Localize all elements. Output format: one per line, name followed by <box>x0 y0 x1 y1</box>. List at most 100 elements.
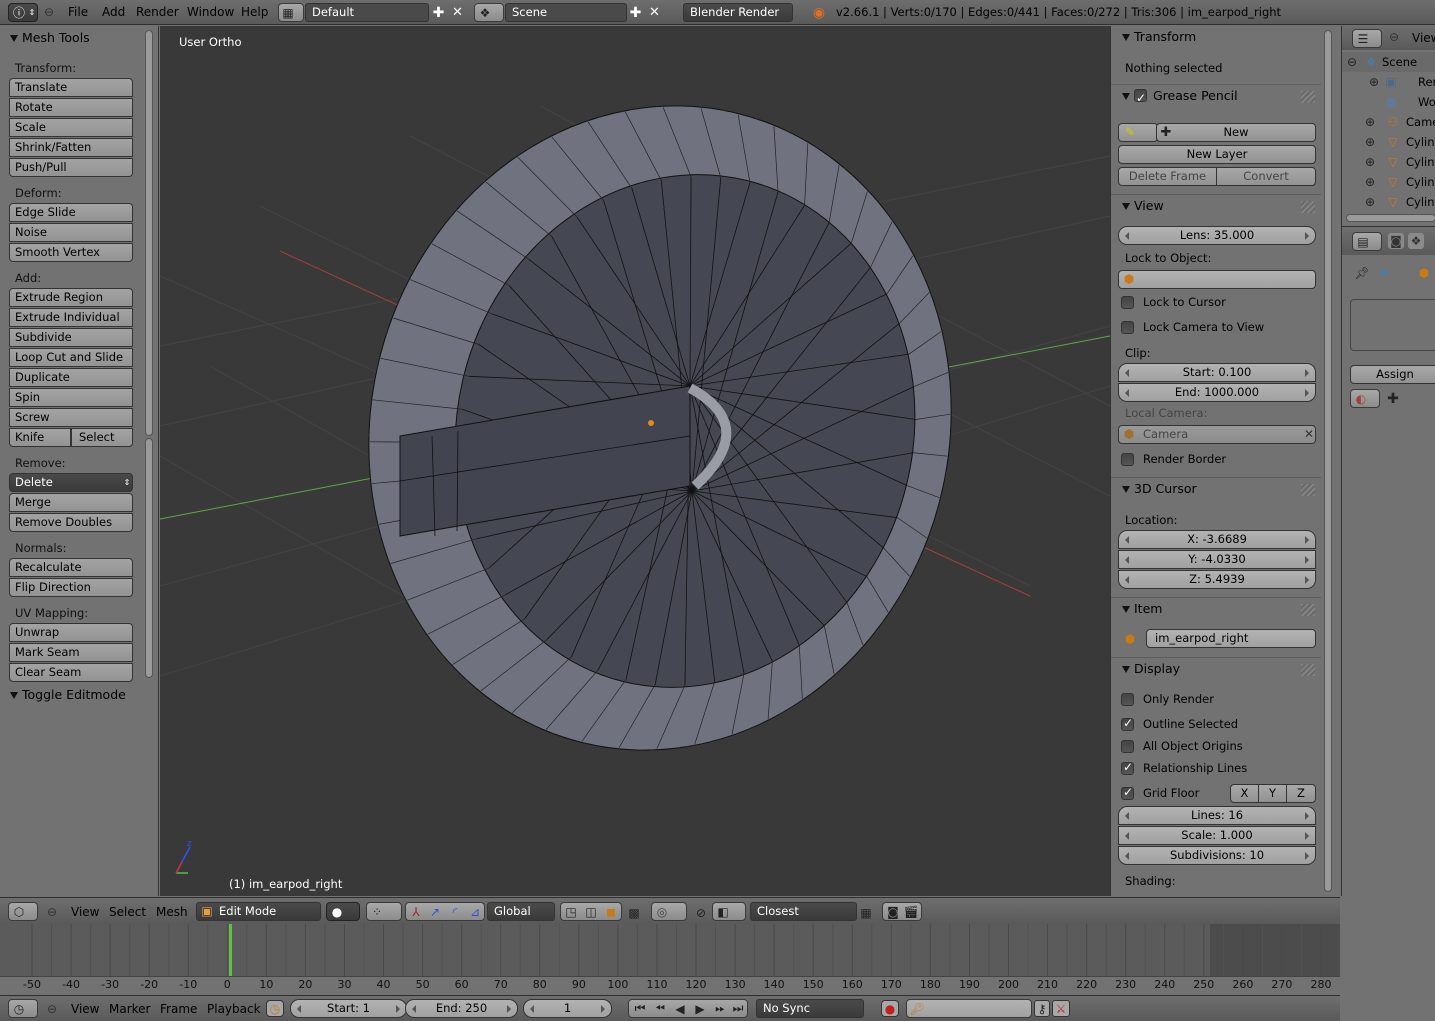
outliner-item-render[interactable]: ⊕ ▣ Render <box>1342 72 1435 92</box>
next-keyframe-icon[interactable]: ⏩︎ <box>711 1001 729 1016</box>
sync-mode-dropdown[interactable]: No Sync <box>756 999 864 1018</box>
rotate-button[interactable]: Rotate <box>9 98 133 117</box>
clip-end-field[interactable]: End: 1000.000 <box>1118 383 1316 402</box>
add-scene-icon[interactable]: ✚ <box>628 5 643 21</box>
pivot-point-dropdown[interactable]: ⁘ <box>366 902 402 921</box>
lock-object-field[interactable]: ⬢ <box>1118 270 1316 289</box>
outliner-item-cylinder[interactable]: ⊕ ▽ Cylind <box>1342 192 1435 212</box>
knife-button[interactable]: Knife <box>9 428 71 447</box>
viewport-select-menu[interactable]: Select <box>109 905 146 919</box>
playback-controls[interactable]: ⏮︎ ⏪︎ ◀ ▶ ⏩︎ ⏭︎ <box>628 999 748 1018</box>
add-material-icon[interactable]: ✚ <box>1386 391 1400 407</box>
opengl-render-buttons[interactable]: ◙ 🎬︎ <box>882 902 922 921</box>
expand-plus-icon[interactable]: ⊕ <box>1364 115 1376 129</box>
outliner-item-scene[interactable]: ⊖ ❖ Scene <box>1342 52 1435 72</box>
outliner-item-cylinder[interactable]: ⊕ ▽ Cylind <box>1342 172 1435 192</box>
decrement-arrow-icon[interactable] <box>1125 232 1129 240</box>
expand-minus-icon[interactable]: ⊖ <box>1346 55 1358 69</box>
snap-target-dropdown[interactable]: Closest <box>750 902 857 921</box>
unwrap-button[interactable]: Unwrap <box>9 623 133 642</box>
collapse-icon[interactable]: ⊖ <box>46 1002 58 1016</box>
mesh-tools-panel-header[interactable]: Mesh Tools <box>0 28 140 48</box>
properties-editor-type[interactable]: ▤ <box>1352 232 1382 251</box>
decrement-arrow-icon[interactable] <box>412 1005 416 1013</box>
increment-arrow-icon[interactable] <box>396 1005 400 1013</box>
transform-panel-header[interactable]: Transform <box>1111 26 1321 50</box>
collapse-icon[interactable]: ⊖ <box>43 5 55 19</box>
outliner-item-camera[interactable]: ⊕ ⚇ Camer <box>1342 112 1435 132</box>
menu-add[interactable]: Add <box>102 5 125 19</box>
duplicate-button[interactable]: Duplicate <box>9 368 133 387</box>
lens-field[interactable]: Lens: 35.000 <box>1118 226 1316 245</box>
push-pull-button[interactable]: Push/Pull <box>9 158 133 177</box>
expand-plus-icon[interactable]: ⊕ <box>1364 175 1376 189</box>
expand-plus-icon[interactable]: ⊕ <box>1364 155 1376 169</box>
grease-pencil-checkbox[interactable] <box>1134 87 1147 109</box>
proportional-edit-dropdown[interactable]: ◎ <box>651 902 687 921</box>
drag-grip-icon[interactable] <box>1301 201 1315 213</box>
snap-toggle-icon[interactable]: ⊘ <box>693 905 709 920</box>
clip-start-field[interactable]: Start: 0.100 <box>1118 363 1316 382</box>
display-panel-header[interactable]: Display <box>1111 657 1321 681</box>
screw-button[interactable]: Screw <box>9 408 133 427</box>
grease-pencil-panel-header[interactable]: Grease Pencil <box>1111 84 1321 109</box>
cursor-x-field[interactable]: X: -3.6689 <box>1118 530 1316 549</box>
current-frame-field[interactable]: 1 <box>523 999 612 1018</box>
increment-arrow-icon[interactable] <box>1305 536 1309 544</box>
decrement-arrow-icon[interactable] <box>1125 389 1129 397</box>
smooth-vertex-button[interactable]: Smooth Vertex <box>9 243 133 262</box>
increment-arrow-icon[interactable] <box>507 1005 511 1013</box>
close-icon[interactable]: ✕ <box>450 5 465 20</box>
grid-scale-field[interactable]: Scale: 1.000 <box>1118 826 1316 845</box>
mode-dropdown[interactable]: ▣ Edit Mode <box>196 902 321 921</box>
increment-arrow-icon[interactable] <box>1305 369 1309 377</box>
snap-element-dropdown[interactable]: ◧ <box>712 902 746 921</box>
decrement-arrow-icon[interactable] <box>1125 576 1129 584</box>
cursor-z-field[interactable]: Z: 5.4939 <box>1118 570 1316 589</box>
limit-selection-icon[interactable]: ▩ <box>626 905 642 920</box>
jump-start-icon[interactable]: ⏮︎ <box>631 1001 649 1016</box>
extrude-individual-button[interactable]: Extrude Individual <box>9 308 133 327</box>
noise-button[interactable]: Noise <box>9 223 133 242</box>
timeline-editor-type[interactable]: ◷ <box>8 999 38 1018</box>
tool-shelf-scrollbar[interactable] <box>145 30 153 436</box>
recalculate-button[interactable]: Recalculate <box>9 558 133 577</box>
current-frame-indicator[interactable] <box>229 924 232 978</box>
gp-convert-button[interactable]: Convert <box>1216 167 1316 186</box>
lock-to-cursor-checkbox[interactable] <box>1121 296 1134 309</box>
menu-file[interactable]: File <box>68 5 88 19</box>
drag-grip-icon[interactable] <box>1301 664 1315 676</box>
viewport-shading-dropdown[interactable]: ● <box>326 902 360 921</box>
insert-keyframe-icon[interactable]: ⚷ <box>1034 1000 1050 1017</box>
add-icon[interactable]: ✚ <box>431 5 446 21</box>
keying-set-field[interactable]: 🔑︎ <box>906 999 1032 1018</box>
menu-help[interactable]: Help <box>241 5 268 19</box>
grid-floor-checkbox[interactable] <box>1121 785 1134 800</box>
timeline-playback-menu[interactable]: Playback <box>207 1002 261 1016</box>
viewport-view-menu[interactable]: View <box>71 905 99 919</box>
increment-arrow-icon[interactable] <box>1305 389 1309 397</box>
menu-render[interactable]: Render <box>136 5 179 19</box>
translate-button[interactable]: Translate <box>9 78 133 97</box>
timeline-area[interactable]: -50 -40 -30 -20 -10 0 10 20 30 40 50 60 70 80 90 100 110… <box>0 924 1340 995</box>
menu-window[interactable]: Window <box>187 5 234 19</box>
spin-button[interactable]: Spin <box>9 388 133 407</box>
grid-axis-y-toggle[interactable]: Y <box>1258 784 1287 803</box>
drag-grip-icon[interactable] <box>1301 484 1315 496</box>
local-camera-field[interactable]: ⬢ Camera ✕ <box>1118 425 1316 444</box>
increment-arrow-icon[interactable] <box>1305 812 1309 820</box>
3d-viewport[interactable]: User Ortho z (1) im_earpod_right <box>160 26 1110 896</box>
snap-align-icon[interactable]: ▦ <box>858 905 874 920</box>
increment-arrow-icon[interactable] <box>1305 232 1309 240</box>
properties-scrollbar[interactable] <box>1324 30 1332 892</box>
expand-plus-icon[interactable]: ⊕ <box>1368 75 1380 89</box>
timeline-view-menu[interactable]: View <box>71 1002 99 1016</box>
decrement-arrow-icon[interactable] <box>1125 536 1129 544</box>
tool-shelf-scrollbar-lower[interactable] <box>145 438 153 678</box>
scene-menu[interactable]: ❖ <box>474 3 504 22</box>
decrement-arrow-icon[interactable] <box>1125 556 1129 564</box>
knife-select-button[interactable]: Select <box>71 428 133 447</box>
grid-lines-field[interactable]: Lines: 16 <box>1118 806 1316 825</box>
viewport-editor-type[interactable]: ⬡ <box>8 902 38 921</box>
record-icon[interactable]: ● <box>881 1000 899 1017</box>
